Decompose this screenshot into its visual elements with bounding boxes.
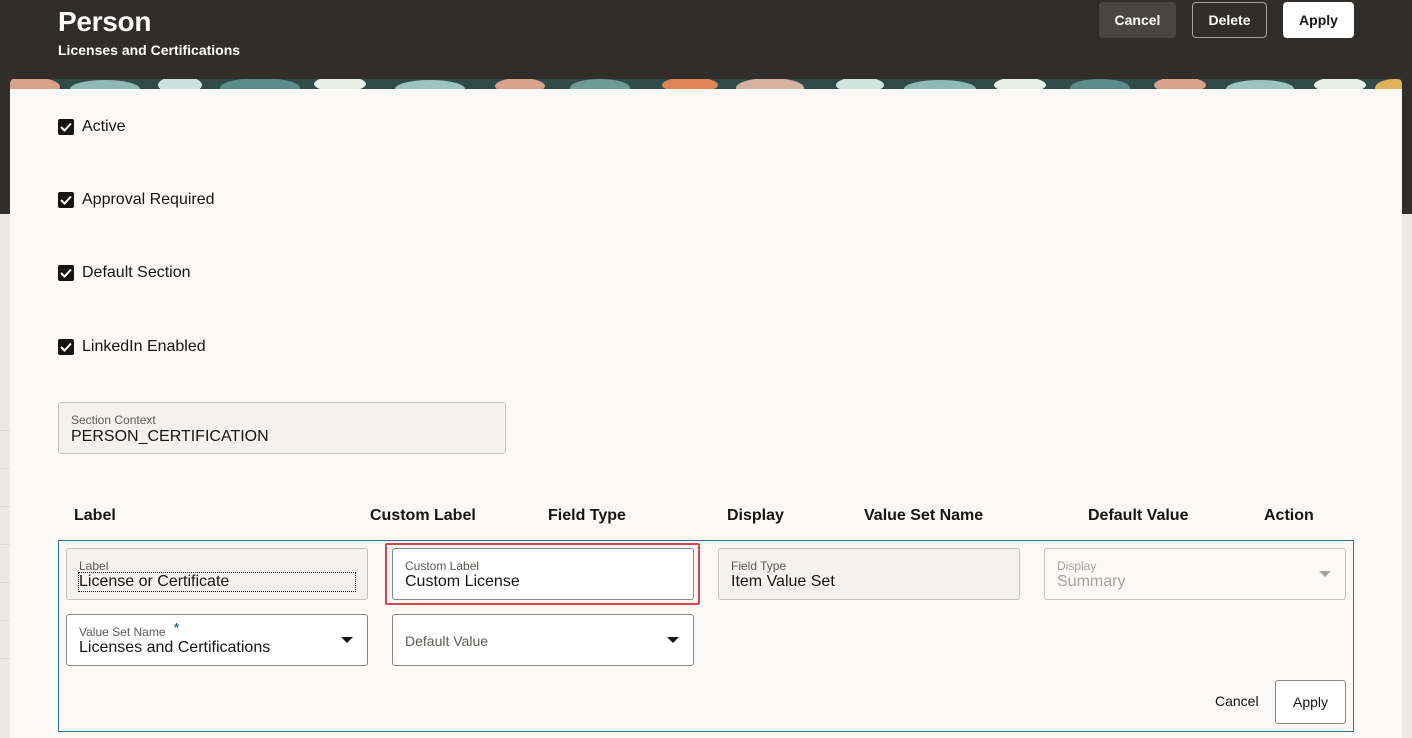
field-value: Item Value Set [731,573,835,590]
header-cancel-button[interactable]: Cancel [1099,2,1176,38]
field-placeholder: Default Value [405,633,489,649]
column-header-default-value: Default Value [1088,507,1189,524]
checkbox-default-section[interactable]: Default Section [58,262,191,284]
column-header-action: Action [1264,507,1314,524]
column-header-display: Display [727,507,784,524]
row-cancel-button[interactable]: Cancel [1215,693,1259,709]
value-set-name-select[interactable]: Value Set Name Licenses and Certificatio… [66,614,368,666]
field-label: Display [1057,559,1097,573]
header-apply-button[interactable]: Apply [1283,2,1354,38]
checkbox-label: Active [82,118,126,135]
column-header-field-type: Field Type [548,507,626,524]
row-apply-button[interactable]: Apply [1275,680,1346,724]
checkbox-linkedin-enabled[interactable]: LinkedIn Enabled [58,336,206,358]
column-header-label: Label [74,507,116,524]
field-label: Label [79,559,109,573]
checkbox-active[interactable]: Active [58,116,126,138]
display-select[interactable]: Display Summary [1044,548,1346,600]
header-delete-button[interactable]: Delete [1192,2,1267,38]
page-subtitle: Licenses and Certifications [58,42,241,58]
page-title: Person [58,6,152,37]
field-value: PERSON_CERTIFICATION [71,428,269,445]
checkbox-label: Approval Required [82,191,215,208]
field-value: License or Certificate [78,572,356,592]
checkbox-checked-icon [58,192,74,208]
field-label: Field Type [731,559,787,573]
field-value: Summary [1057,573,1126,590]
checkbox-checked-icon [58,339,74,355]
chevron-down-icon [1319,571,1331,577]
background-strip-right [1402,214,1412,738]
field-label: Section Context [71,413,156,427]
checkbox-approval-required[interactable]: Approval Required [58,189,215,211]
field-label: Value Set Name [79,625,166,639]
label-field[interactable]: Label License or Certificate [66,548,368,600]
column-header-value-set-name: Value Set Name [864,507,984,524]
default-value-select[interactable]: Default Value [392,614,694,666]
field-type-field[interactable]: Field Type Item Value Set [718,548,1020,600]
field-value: Licenses and Certifications [79,639,271,656]
checkbox-label: Default Section [82,264,191,281]
highlight-box [385,543,700,605]
required-indicator: * [174,620,180,635]
chevron-down-icon[interactable] [667,637,679,643]
checkbox-checked-icon [58,265,74,281]
section-context-field[interactable]: Section Context PERSON_CERTIFICATION [58,402,506,454]
column-header-custom-label: Custom Label [370,507,476,524]
background-strip-left [0,214,10,738]
chevron-down-icon[interactable] [341,637,353,643]
checkbox-label: LinkedIn Enabled [82,338,206,355]
checkbox-checked-icon [58,119,74,135]
